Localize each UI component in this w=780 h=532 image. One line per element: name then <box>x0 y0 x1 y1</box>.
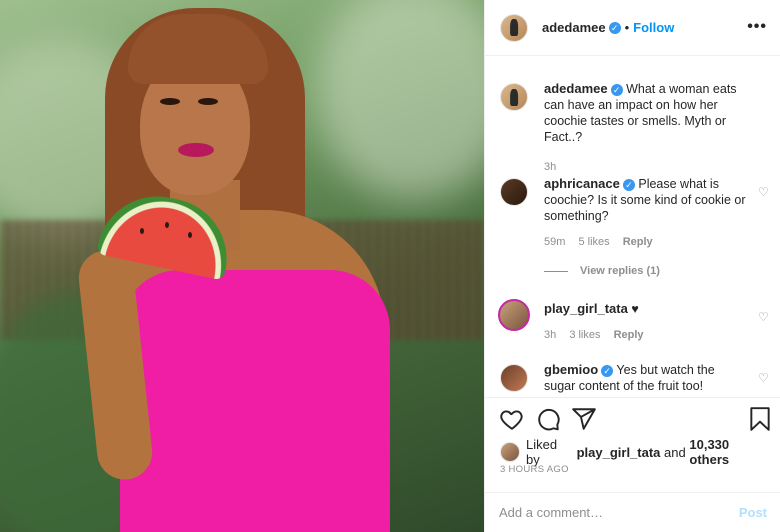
caption-time[interactable]: 3h <box>544 161 556 173</box>
comment-item: aphricanace ✓ Please what is coochie? Is … <box>500 176 770 250</box>
watermelon-seed <box>188 232 192 238</box>
author-username[interactable]: adedamee <box>542 20 606 35</box>
bookmark-icon[interactable] <box>747 406 773 432</box>
comment-author[interactable]: gbemioo <box>544 362 598 377</box>
avatar[interactable] <box>500 442 520 462</box>
pink-dress <box>120 270 390 532</box>
post-timestamp[interactable]: 3 HOURS AGO <box>500 464 569 475</box>
comment-body: play_girl_tata ♥ 3h 3 likes Reply <box>544 297 749 343</box>
add-comment-bar: Post <box>485 492 780 532</box>
verified-badge-icon: ✓ <box>601 364 614 377</box>
comment-like-heart-icon[interactable]: ♡ <box>758 186 770 198</box>
reply-button[interactable]: Reply <box>614 329 644 341</box>
comment-input[interactable] <box>499 505 739 520</box>
comment-item: play_girl_tata ♥ 3h 3 likes Reply ♡ <box>498 297 770 343</box>
post-photo[interactable] <box>0 0 484 532</box>
action-bar <box>485 397 780 437</box>
post-comment-button[interactable]: Post <box>739 505 767 520</box>
comment-like-heart-icon[interactable]: ♡ <box>758 372 770 384</box>
comment-item: gbemioo ✓ Yes but watch the sugar content… <box>500 362 770 394</box>
avatar[interactable] <box>500 178 528 206</box>
likes-count[interactable]: 10,330 others <box>689 437 770 467</box>
comments-list[interactable]: adedamee ✓ What a woman eats can have an … <box>485 57 780 397</box>
heart-icon[interactable] <box>499 406 525 432</box>
comment-body: aphricanace ✓ Please what is coochie? Is … <box>544 176 749 250</box>
eye <box>198 98 218 105</box>
lips <box>178 143 214 157</box>
caption-meta: 3h <box>544 159 749 175</box>
separator-dot: • <box>624 20 630 35</box>
comment-likes[interactable]: 5 likes <box>578 236 609 248</box>
watermelon-seed <box>140 228 144 234</box>
comment-likes[interactable]: 3 likes <box>569 329 600 341</box>
caption-author[interactable]: adedamee <box>544 81 608 96</box>
verified-badge-icon: ✓ <box>610 83 623 96</box>
post-header: adedamee ✓ • Follow ••• <box>485 0 780 56</box>
more-options-icon[interactable]: ••• <box>747 18 767 36</box>
background-foliage <box>314 0 484 200</box>
view-replies-label: View replies (1) <box>580 265 660 277</box>
view-replies-button[interactable]: View replies (1) <box>544 265 660 277</box>
reply-button[interactable]: Reply <box>623 236 653 248</box>
liked-by-prefix: Liked by <box>526 437 558 467</box>
liked-by-user[interactable]: play_girl_tata <box>577 445 661 460</box>
avatar-figure <box>510 88 518 106</box>
avatar[interactable] <box>498 299 530 331</box>
caption-body: adedamee ✓ What a woman eats can have an … <box>544 81 749 175</box>
verified-badge-icon: ✓ <box>608 21 621 34</box>
post-side-panel: adedamee ✓ • Follow ••• adedamee ✓ What a… <box>484 0 780 532</box>
bangs <box>128 14 268 84</box>
comment-author[interactable]: aphricanace <box>544 176 620 191</box>
comment-time[interactable]: 3h <box>544 329 556 341</box>
watermelon-seed <box>165 222 169 228</box>
comment-meta: 59m 5 likes Reply <box>544 234 749 250</box>
avatar[interactable] <box>500 364 528 392</box>
liked-by: Liked by play_girl_tata and 10,330 other… <box>500 437 770 467</box>
avatar-figure <box>510 19 518 37</box>
comment-like-heart-icon[interactable]: ♡ <box>758 311 770 323</box>
liked-by-conj: and <box>664 444 686 460</box>
verified-badge-icon: ✓ <box>622 178 635 191</box>
caption: adedamee ✓ What a woman eats can have an … <box>500 81 770 175</box>
comment-meta: 3h 3 likes Reply <box>544 327 749 343</box>
comment-body: gbemioo ✓ Yes but watch the sugar content… <box>544 362 749 394</box>
avatar[interactable] <box>500 83 528 111</box>
view-replies-line <box>544 270 568 272</box>
share-icon[interactable] <box>571 406 597 432</box>
eye <box>160 98 180 105</box>
header-user: adedamee ✓ • Follow <box>542 20 674 35</box>
comment-time[interactable]: 59m <box>544 236 565 248</box>
avatar[interactable] <box>500 13 528 42</box>
follow-button[interactable]: Follow <box>633 20 674 35</box>
comment-icon[interactable] <box>535 406 561 432</box>
comment-text: ♥ <box>631 302 639 316</box>
comment-author[interactable]: play_girl_tata <box>544 301 628 316</box>
